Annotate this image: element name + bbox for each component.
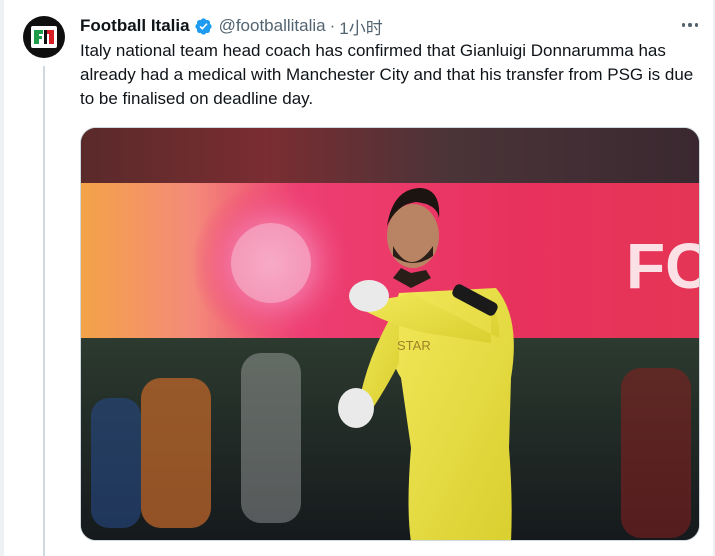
avatar[interactable]: [23, 16, 65, 58]
svg-text:FC: FC: [626, 230, 700, 302]
verified-badge-icon[interactable]: [194, 17, 213, 36]
more-options-icon[interactable]: [679, 16, 701, 34]
more-dot: [688, 23, 692, 27]
more-dot: [682, 23, 686, 27]
football-italia-logo-icon: [31, 26, 57, 48]
svg-text:STAR: STAR: [397, 338, 431, 353]
tweet-header: Football Italia @footballitalia · 1小时: [80, 14, 701, 38]
tweet-timestamp[interactable]: 1小时: [339, 14, 382, 39]
author-name[interactable]: Football Italia: [80, 16, 190, 36]
author-handle[interactable]: @footballitalia: [219, 16, 326, 36]
tweet-text: Italy national team head coach has confi…: [80, 41, 694, 108]
photo-illustration: FC STAR: [81, 128, 700, 540]
more-dot: [694, 23, 698, 27]
frame-left-border: [0, 0, 4, 556]
tweet-photo[interactable]: FC STAR: [80, 127, 700, 541]
header-separator: ·: [329, 16, 336, 35]
thread-line: [43, 66, 45, 556]
